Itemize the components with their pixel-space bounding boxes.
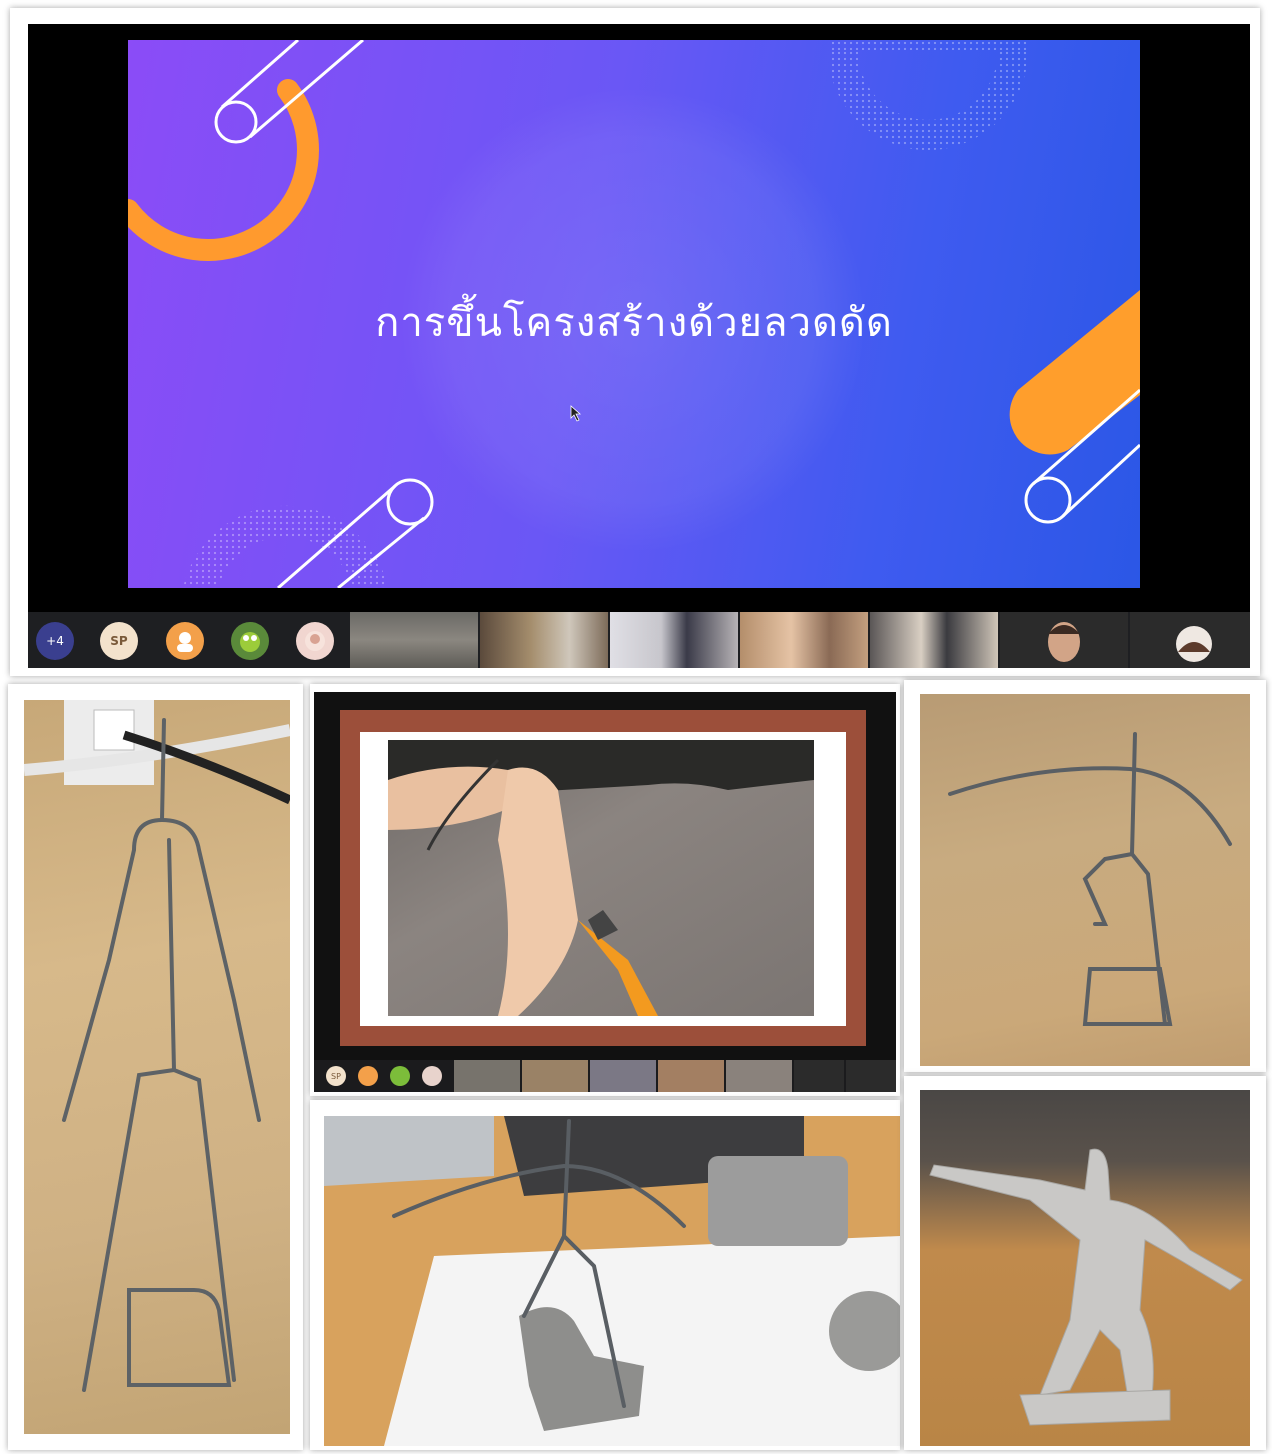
wire-armature-drawing — [948, 732, 1232, 1026]
more-participants-button[interactable]: +4 — [36, 622, 74, 660]
person-icon — [177, 632, 193, 652]
clay-figure-drawing — [929, 1148, 1243, 1426]
participant-video-tile[interactable] — [522, 1060, 588, 1092]
shared-screen: SP — [314, 692, 896, 1092]
participant-avatar[interactable] — [296, 622, 334, 660]
participant-avatar[interactable] — [390, 1066, 410, 1086]
mini-participant-strip: SP — [314, 1060, 896, 1092]
shared-screen: การขึ้นโครงสร้างด้วยลวดดัด — [28, 24, 1250, 618]
face-icon — [305, 631, 325, 651]
participant-video-tile[interactable] — [610, 612, 738, 668]
photo-image — [24, 700, 290, 1434]
meeting-window: การขึ้นโครงสร้างด้วยลวดดัด +4 SP — [10, 8, 1260, 676]
photo-image — [324, 1116, 900, 1446]
frog-icon — [240, 632, 260, 652]
photo-clay-sculpture — [904, 1076, 1266, 1450]
photo-wire-armature-1 — [8, 684, 303, 1450]
participant-avatar[interactable] — [358, 1066, 378, 1086]
hands-bending-wire — [388, 740, 814, 1016]
participant-strip: +4 SP — [28, 612, 1250, 668]
presentation-slide: การขึ้นโครงสร้างด้วยลวดดัด — [128, 40, 1140, 588]
photo-wire-armature-2 — [904, 680, 1266, 1072]
participant-face — [1048, 622, 1080, 662]
participant-video-tile[interactable] — [350, 612, 478, 668]
wire-armature-drawing — [24, 700, 290, 1392]
participant-video-tile[interactable] — [590, 1060, 656, 1092]
participant-video-tile[interactable] — [1000, 612, 1128, 668]
participant-video-tile[interactable] — [846, 1060, 896, 1092]
participant-avatar[interactable]: SP — [326, 1066, 346, 1086]
participant-face — [1176, 626, 1212, 662]
participant-video-tile[interactable] — [658, 1060, 724, 1092]
participant-avatar[interactable] — [231, 622, 269, 660]
participant-video-tile[interactable] — [1130, 612, 1250, 668]
participant-video-tile[interactable] — [870, 612, 998, 668]
photo-image — [920, 694, 1250, 1066]
photo-wire-clay-base — [310, 1100, 900, 1450]
participant-video-tile[interactable] — [740, 612, 868, 668]
demo-video[interactable] — [388, 740, 814, 1016]
photo-image — [920, 1090, 1250, 1446]
wire-figure-with-clay — [324, 1116, 900, 1446]
participant-avatar[interactable] — [166, 622, 204, 660]
participant-video-tile[interactable] — [726, 1060, 792, 1092]
participant-video-tile[interactable] — [794, 1060, 844, 1092]
video-call-window: SP — [310, 684, 900, 1096]
slide-title: การขึ้นโครงสร้างด้วยลวดดัด — [375, 300, 893, 346]
participant-avatar[interactable]: SP — [100, 622, 138, 660]
participant-avatar[interactable] — [422, 1066, 442, 1086]
participant-video-tile[interactable] — [480, 612, 608, 668]
participant-video-tile[interactable] — [454, 1060, 520, 1092]
